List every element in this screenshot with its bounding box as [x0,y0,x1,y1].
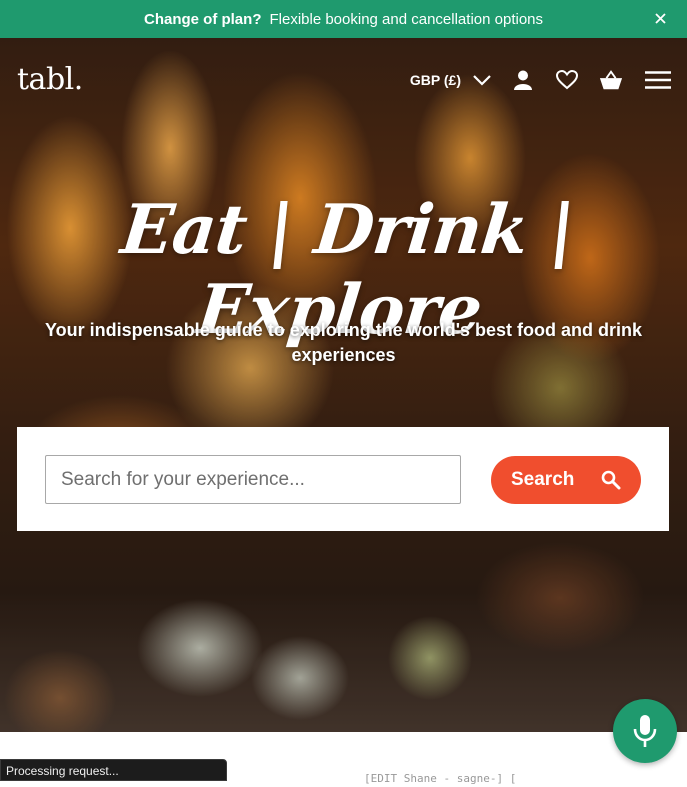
close-icon[interactable] [651,9,669,27]
banner-title: Change of plan? [143,10,262,28]
menu-icon[interactable] [645,68,671,92]
microphone-button[interactable] [613,699,677,763]
status-bar: Processing request... [0,759,227,781]
search-panel: Search [17,427,669,531]
heart-icon[interactable] [555,68,579,92]
hero-subheadline: Your indispensable guide to exploring th… [45,320,642,365]
hero-background [0,38,687,732]
background-text: [EDIT Shane - sagne-] [ [364,772,517,785]
microphone-icon [633,715,657,747]
basket-icon[interactable] [599,68,623,92]
chevron-down-icon [473,74,491,86]
site-logo[interactable]: tabl. [17,62,83,97]
search-button[interactable]: Search [491,456,641,504]
currency-label: GBP (£) [409,72,461,88]
promo-banner: Change of plan? Flexible booking and can… [0,0,687,38]
header-actions: GBP (£) [410,66,671,94]
banner-message[interactable]: Flexible booking and cancellation option… [269,11,543,28]
hero-overlay [0,38,687,732]
search-button-label: Search [511,469,575,490]
user-icon[interactable] [511,68,535,92]
search-icon [601,470,621,496]
search-input[interactable] [45,455,461,504]
currency-selector[interactable]: GBP (£) [410,72,491,88]
